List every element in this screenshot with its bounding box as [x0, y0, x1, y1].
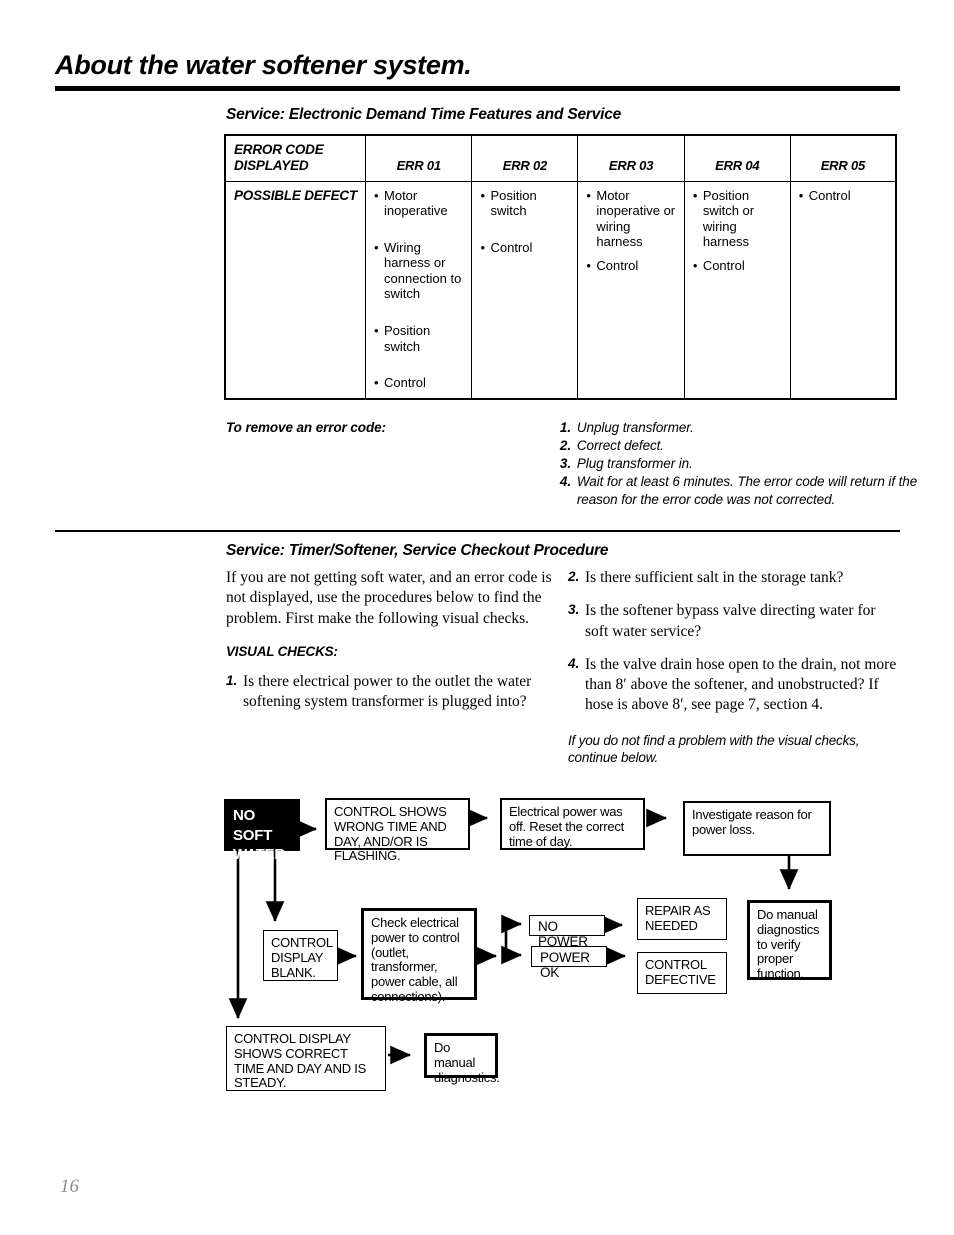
check-text: Is the valve drain hose open to the drai…	[585, 655, 897, 714]
column-header-err-04: ERR 04	[683, 134, 791, 182]
defect-item: Motor inoperative	[374, 188, 463, 219]
start-label-line-1: NO SOFT	[233, 807, 273, 844]
flow-node-do-manual-diagnostics[interactable]: Do manual diagnostics.	[424, 1033, 500, 1085]
flow-node-do-manual-diagnostics-verify[interactable]: Do manual diagnostics to verify proper f…	[747, 900, 832, 981]
flow-node-control-display-blank[interactable]: CONTROL DISPLAY BLANK.	[263, 930, 338, 981]
check-number: 2.	[568, 569, 580, 584]
visual-checks-list-left: 1. Is there electrical power to the outle…	[226, 672, 552, 713]
flow-node-no-power[interactable]: NO POWER	[529, 915, 605, 949]
flow-node-control-defective[interactable]: CONTROL DEFECTIVE	[637, 952, 727, 994]
section-heading-electronic-demand: Service: Electronic Demand Time Features…	[226, 106, 622, 123]
defect-item: Wiring harness or connection to switch	[374, 240, 463, 302]
flow-node-investigate-power-loss[interactable]: Investigate reason for power loss.	[683, 801, 831, 856]
cell-defects-err-03: Motor inoperative or wiring harness Cont…	[577, 180, 685, 400]
defect-item: Control	[480, 240, 569, 256]
check-item: 1. Is there electrical power to the outle…	[226, 672, 552, 713]
flow-node-repair-as-needed[interactable]: REPAIR AS NEEDED	[637, 898, 727, 940]
defect-list-err-01: Motor inoperative Wiring harness or conn…	[374, 188, 463, 391]
cell-defects-err-04: Position switch or wiring harness Contro…	[683, 180, 791, 400]
step-text: Plug transformer in.	[576, 456, 693, 472]
table-row-header-possible-defect: POSSIBLE DEFECT	[224, 180, 367, 400]
step-text: Wait for at least 6 minutes. The error c…	[576, 474, 918, 508]
defect-item: Control	[799, 188, 887, 204]
title-rule	[55, 86, 900, 91]
check-text: Is the softener bypass valve directing w…	[585, 602, 876, 640]
defect-item: Motor inoperative or wiring harness	[586, 188, 675, 250]
check-text: Is there sufficient salt in the storage …	[585, 569, 844, 586]
defect-list-err-03: Motor inoperative or wiring harness Cont…	[586, 188, 675, 274]
row-header-line-1: ERROR CODE	[234, 142, 324, 157]
remove-error-code-label: To remove an error code:	[226, 420, 386, 435]
column-header-err-03: ERR 03	[577, 134, 685, 182]
remove-error-code-steps: 1. Unplug transformer. 2. Correct defect. …	[392, 419, 954, 509]
cell-defects-err-05: Control	[789, 180, 897, 400]
flow-node-power-ok[interactable]: POWER OK	[531, 946, 607, 980]
column-header-err-01: ERR 01	[365, 134, 473, 182]
remove-step: 2. Correct defect.	[560, 437, 954, 455]
intro-paragraph: If you are not getting soft water, and a…	[226, 569, 552, 627]
defect-list-err-04: Position switch or wiring harness Contro…	[693, 188, 782, 274]
error-code-table: ERROR CODE DISPLAYED ERR 01 ERR 02 ERR 0…	[224, 134, 897, 400]
visual-checks-heading: VISUAL CHECKS:	[226, 643, 338, 659]
column-header-err-02: ERR 02	[471, 134, 579, 182]
defect-item: Position switch	[374, 323, 463, 354]
step-text: Unplug transformer.	[576, 420, 694, 435]
column-header-err-05: ERR 05	[789, 134, 897, 182]
step-text: Correct defect.	[576, 438, 664, 454]
step-number: 1.	[559, 420, 571, 435]
page-title: About the water softener system.	[55, 50, 472, 80]
step-number: 4.	[559, 474, 571, 490]
step-number: 3.	[559, 456, 571, 472]
check-item: 3. Is the softener bypass valve directing…	[568, 601, 898, 642]
flow-node-electrical-power-was-off[interactable]: Electrical power was off. Reset the corr…	[500, 798, 645, 850]
defect-item: Control	[374, 375, 463, 391]
defect-item: Control	[586, 258, 675, 274]
closing-note: If you do not find a problem with the vi…	[568, 732, 860, 766]
section-heading-timer-softener: Service: Timer/Softener, Service Checkou…	[226, 542, 609, 559]
flow-node-control-shows-wrong-time[interactable]: CONTROL SHOWS WRONG TIME AND DAY, AND/OR…	[325, 798, 470, 863]
check-item: 4. Is the valve drain hose open to the dr…	[568, 655, 898, 716]
check-text: Is there electrical power to the outlet …	[243, 672, 532, 710]
defect-item: Position switch	[480, 188, 569, 219]
right-text-column: 2. Is there sufficient salt in the storag…	[568, 568, 898, 766]
check-item: 2. Is there sufficient salt in the storag…	[568, 568, 898, 588]
page-number: 16	[60, 1176, 79, 1197]
defect-item: Control	[693, 258, 782, 274]
defect-list-err-02: Position switch Control	[480, 188, 569, 256]
section-divider-rule	[55, 530, 900, 532]
flow-node-no-soft-water[interactable]: NO SOFT WATER	[224, 799, 300, 863]
start-label-line-2: WATER	[233, 846, 286, 863]
row-header-line-2: DISPLAYED	[234, 157, 309, 173]
check-number: 1.	[226, 672, 238, 688]
table-body-row-possible-defect: POSSIBLE DEFECT Motor inoperative Wiring…	[224, 180, 897, 400]
visual-checks-list-right: 2. Is there sufficient salt in the storag…	[568, 568, 898, 716]
table-row-header-error-code: ERROR CODE DISPLAYED	[224, 134, 367, 182]
left-text-column: If you are not getting soft water, and a…	[226, 568, 552, 712]
defect-list-err-05: Control	[799, 188, 887, 204]
cell-defects-err-02: Position switch Control	[471, 180, 579, 400]
flow-node-control-display-correct[interactable]: CONTROL DISPLAY SHOWS CORRECT TIME AND D…	[226, 1026, 386, 1091]
remove-step: 3. Plug transformer in.	[560, 455, 954, 473]
flow-node-check-electrical-power[interactable]: Check electrical power to control (outle…	[361, 908, 477, 1004]
remove-step: 4. Wait for at least 6 minutes. The error…	[560, 473, 954, 509]
defect-item: Position switch or wiring harness	[693, 188, 782, 250]
table-header-row: ERROR CODE DISPLAYED ERR 01 ERR 02 ERR 0…	[224, 134, 897, 182]
cell-defects-err-01: Motor inoperative Wiring harness or conn…	[365, 180, 473, 400]
check-number: 4.	[568, 655, 580, 671]
remove-error-code-block: To remove an error code: 1. Unplug transf…	[226, 419, 954, 509]
remove-step: 1. Unplug transformer.	[560, 419, 954, 437]
step-number: 2.	[559, 438, 571, 454]
check-number: 3.	[568, 602, 580, 618]
